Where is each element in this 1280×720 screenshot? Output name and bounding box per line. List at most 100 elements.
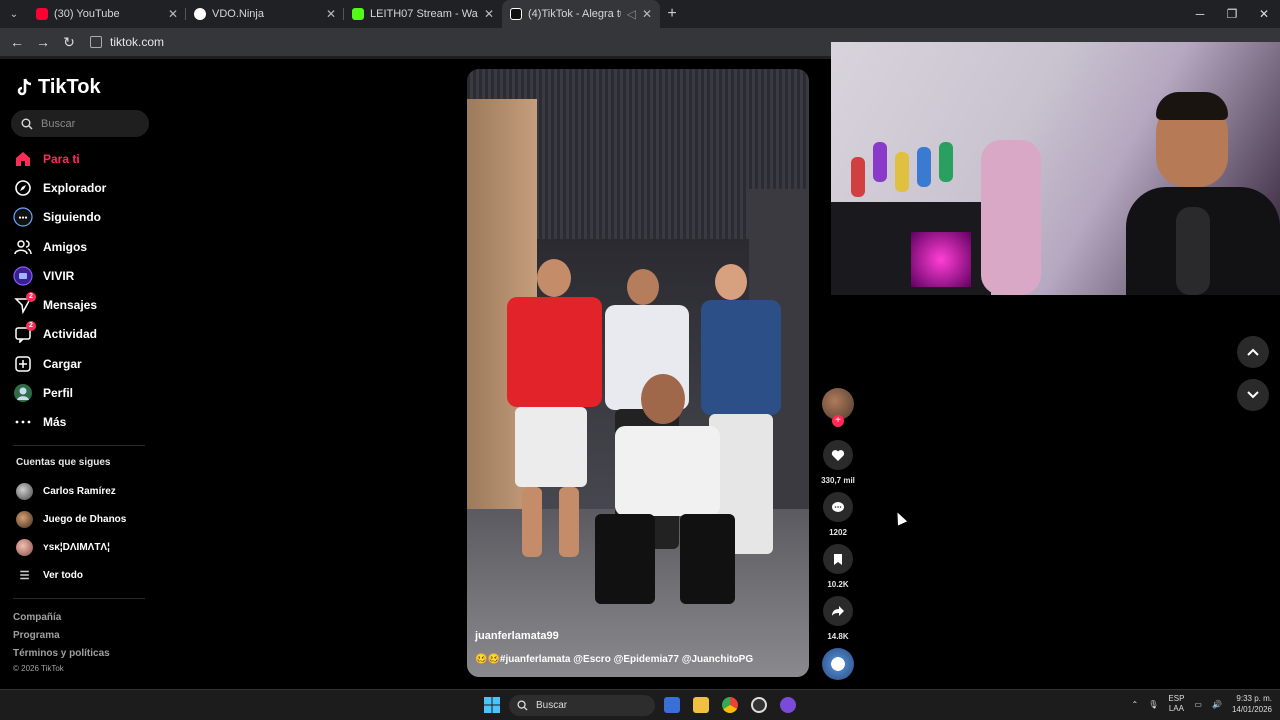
like-button[interactable] xyxy=(823,440,853,470)
follow-plus-icon[interactable]: + xyxy=(832,415,844,427)
previous-video-button[interactable] xyxy=(1237,336,1269,368)
close-tab-icon[interactable]: ✕ xyxy=(326,7,336,21)
microphone-icon[interactable]: 🎙 xyxy=(1148,700,1158,709)
reload-icon[interactable]: ↻ xyxy=(58,31,80,53)
new-tab-button[interactable]: + xyxy=(660,5,684,23)
following-name: ʏsᴋ¦DΛIMΛTΛ¦ xyxy=(43,541,110,553)
clock-date: 14/01/2026 xyxy=(1231,705,1272,714)
nav-item-actividad[interactable]: 2 Actividad xyxy=(13,320,158,349)
tab-title: VDO.Ninja xyxy=(212,8,264,20)
bookmark-icon xyxy=(834,553,842,565)
close-tab-icon[interactable]: ✕ xyxy=(168,7,178,21)
file-explorer-icon[interactable] xyxy=(693,697,709,713)
close-window-icon[interactable]: ✕ xyxy=(1248,0,1280,28)
tab-tiktok[interactable]: (4)TikTok - Alegra tu día ◁ ✕ xyxy=(502,0,660,28)
share-count: 14.8K xyxy=(827,632,849,641)
tab-kick[interactable]: LEITH07 Stream - Watch Live o ✕ xyxy=(344,0,502,28)
nav-item-perfil[interactable]: Perfil xyxy=(13,378,158,407)
live-icon xyxy=(13,266,33,286)
brand-name: TikTok xyxy=(38,76,101,98)
network-icon[interactable]: ▭ xyxy=(1194,700,1202,709)
taskbar-search[interactable]: Buscar xyxy=(509,695,655,716)
vdo-ninja-favicon-icon xyxy=(194,8,206,20)
nav-item-mensajes[interactable]: 2 Mensajes xyxy=(13,290,158,319)
nav-item-mas[interactable]: Más xyxy=(13,408,158,437)
following-item[interactable]: ʏsᴋ¦DΛIMΛTΛ¦ xyxy=(16,533,126,561)
nav-item-amigos[interactable]: Amigos xyxy=(13,232,158,261)
friends-icon xyxy=(13,237,33,257)
tiktok-logo[interactable]: TikTok xyxy=(16,76,101,99)
save-button[interactable] xyxy=(823,544,853,574)
messages-badge: 2 xyxy=(26,292,36,303)
figurine xyxy=(851,157,865,197)
restore-icon[interactable]: ❐ xyxy=(1216,0,1248,28)
nav-item-explorador[interactable]: Explorador xyxy=(13,173,158,202)
microphone-icon xyxy=(1176,207,1210,295)
app-icon[interactable] xyxy=(780,697,796,713)
tab-youtube[interactable]: (30) YouTube ✕ xyxy=(28,0,186,28)
figurine xyxy=(895,152,909,192)
following-icon: ●●● xyxy=(13,207,33,227)
share-button[interactable] xyxy=(823,596,853,626)
tab-search-button[interactable]: ⌄ xyxy=(0,0,28,28)
footer-link[interactable]: Programa xyxy=(13,630,110,648)
search-input[interactable]: Buscar xyxy=(11,110,149,137)
site-info-icon[interactable] xyxy=(90,36,102,48)
nav-label: Para ti xyxy=(43,151,80,166)
chevron-up-icon[interactable]: ⌃ xyxy=(1132,700,1139,709)
share-arrow-icon xyxy=(832,606,844,616)
search-placeholder: Buscar xyxy=(41,117,76,130)
clock[interactable]: 9:33 p. m. 14/01/2026 xyxy=(1232,693,1272,715)
volume-icon[interactable]: 🔊 xyxy=(1212,700,1222,709)
footer-link[interactable]: Compañía xyxy=(13,612,110,630)
video-player[interactable]: juanferlamata99 🥴🥴#juanferlamata @Escro … xyxy=(467,69,809,677)
forward-icon[interactable]: → xyxy=(32,31,54,53)
main-nav: Para ti Explorador ●●● Siguiendo Amigos … xyxy=(13,144,158,437)
see-all-label: Ver todo xyxy=(43,569,84,581)
browser-tab-bar: ⌄ (30) YouTube ✕ VDO.Ninja ✕ LEITH07 Str… xyxy=(0,0,1280,28)
comment-icon xyxy=(832,501,844,512)
following-heading: Cuentas que sigues xyxy=(16,457,111,468)
url-field[interactable]: tiktok.com xyxy=(90,35,164,49)
nav-item-vivir[interactable]: VIVIR xyxy=(13,261,158,290)
taskbar-search-placeholder: Buscar xyxy=(536,700,568,711)
clock-time: 9:33 p. m. xyxy=(1236,694,1272,703)
minimize-icon[interactable]: ─ xyxy=(1184,0,1216,28)
music-disc-icon[interactable] xyxy=(822,648,854,680)
close-tab-icon[interactable]: ✕ xyxy=(484,7,494,21)
following-item[interactable]: Juego de Dhanos xyxy=(16,505,126,533)
tab-title: LEITH07 Stream - Watch Live o xyxy=(370,8,478,20)
video-caption[interactable]: 🥴🥴#juanferlamata @Escro @Epidemia77 @Jua… xyxy=(475,654,753,665)
home-icon xyxy=(13,149,33,169)
nav-label: Mensajes xyxy=(43,298,98,313)
webcam-pink-chair xyxy=(981,140,1041,295)
back-icon[interactable]: ← xyxy=(6,31,28,53)
close-tab-icon[interactable]: ✕ xyxy=(642,7,652,21)
video-username[interactable]: juanferlamata99 xyxy=(475,630,559,642)
copyright: © 2026 TikTok xyxy=(13,664,64,673)
see-all-link[interactable]: ☰ Ver todo xyxy=(16,561,126,589)
nav-item-siguiendo[interactable]: ●●● Siguiendo xyxy=(13,203,158,232)
tab-vdo-ninja[interactable]: VDO.Ninja ✕ xyxy=(186,0,344,28)
comment-button[interactable] xyxy=(823,492,853,522)
figurine xyxy=(939,142,953,182)
nav-item-para-ti[interactable]: Para ti xyxy=(13,144,158,173)
compass-icon xyxy=(13,178,33,198)
webcam-overlay xyxy=(831,42,1280,295)
chevron-down-icon xyxy=(1247,391,1259,399)
chrome-icon[interactable] xyxy=(722,697,738,713)
tab-title: (30) YouTube xyxy=(54,8,120,20)
nav-item-cargar[interactable]: Cargar xyxy=(13,349,158,378)
windows-taskbar: Buscar ⌃ 🎙 ESP LAA ▭ 🔊 9:33 p. m. 14/01/… xyxy=(0,689,1280,720)
next-video-button[interactable] xyxy=(1237,379,1269,411)
keyboard-layout: LAA xyxy=(1168,704,1184,713)
language-indicator[interactable]: ESP LAA xyxy=(1168,694,1184,714)
url-text: tiktok.com xyxy=(110,35,165,49)
messages-icon: 2 xyxy=(13,292,36,315)
speaker-icon[interactable]: ◁ xyxy=(627,7,636,21)
store-icon[interactable] xyxy=(664,697,680,713)
search-icon xyxy=(21,118,33,129)
following-item[interactable]: Carlos Ramírez xyxy=(16,477,126,505)
obs-icon[interactable] xyxy=(751,697,767,713)
windows-start-icon[interactable] xyxy=(484,697,500,713)
